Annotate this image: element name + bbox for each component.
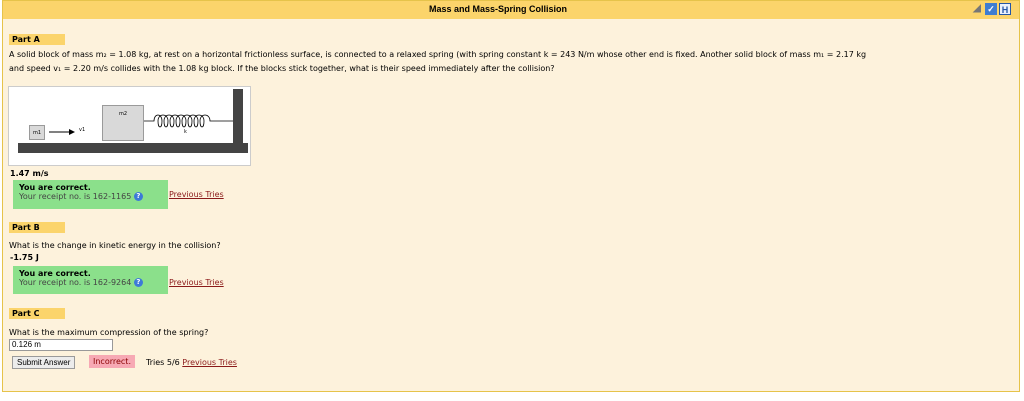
block-m2: m2 <box>102 105 144 141</box>
part-c-status: Incorrect. <box>89 355 135 368</box>
part-a-status: You are correct. <box>19 183 91 192</box>
part-c-tries: Tries 5/6 Previous Tries <box>146 358 237 367</box>
part-b-previous-tries-link[interactable]: Previous Tries <box>169 278 224 287</box>
k-label: k <box>184 129 187 135</box>
part-b-receipt: Your receipt no. is 162-9264 <box>19 278 132 287</box>
title-bar: Mass and Mass-Spring Collision ◢ ✓ H <box>3 1 1019 19</box>
resize-icon[interactable]: ◢ <box>971 3 983 15</box>
velocity-arrow <box>49 129 75 135</box>
submit-answer-button[interactable]: Submit Answer <box>12 356 76 369</box>
m2-label: m2 <box>118 111 128 117</box>
toolbar-icons: ◢ ✓ H <box>971 3 1011 15</box>
problem-panel: Mass and Mass-Spring Collision ◢ ✓ H Par… <box>2 0 1020 392</box>
part-a-question-line2: and speed v₁ = 2.20 m/s collides with th… <box>9 64 555 73</box>
part-b-question: What is the change in kinetic energy in … <box>9 241 221 250</box>
window-title: Mass and Mass-Spring Collision <box>428 4 568 14</box>
part-a-receipt: Your receipt no. is 162-1165 <box>19 192 132 201</box>
part-b-status: You are correct. <box>19 269 91 278</box>
part-b-correct-box: You are correct. Your receipt no. is 162… <box>13 266 168 294</box>
part-c-question: What is the maximum compression of the s… <box>9 328 209 337</box>
check-icon[interactable]: ✓ <box>985 3 997 15</box>
v1-label: v1 <box>79 127 86 133</box>
help-icon[interactable]: ? <box>133 278 143 287</box>
part-a-answer: 1.47 m/s <box>10 169 49 178</box>
help-icon[interactable]: ? <box>133 192 143 201</box>
h-icon[interactable]: H <box>999 3 1011 15</box>
part-b-answer: -1.75 J <box>10 253 39 262</box>
tries-count: Tries 5/6 <box>146 358 180 367</box>
ground-surface <box>18 143 248 153</box>
part-c-answer-input[interactable]: 0.126 m <box>9 339 113 351</box>
part-a-question-line1: A solid block of mass m₂ = 1.08 kg, at r… <box>9 50 867 59</box>
page-bottom <box>0 393 1024 401</box>
m1-label: m1 <box>32 130 42 136</box>
part-c-previous-tries-link[interactable]: Previous Tries <box>182 358 237 367</box>
part-c-header: Part C <box>9 308 65 319</box>
part-a-header: Part A <box>9 34 65 45</box>
block-m1: m1 <box>29 125 45 140</box>
collision-figure: m1 v1 m2 k <box>8 86 251 166</box>
spring <box>144 114 233 128</box>
part-a-previous-tries-link[interactable]: Previous Tries <box>169 190 224 199</box>
part-b-header: Part B <box>9 222 65 233</box>
part-a-correct-box: You are correct. Your receipt no. is 162… <box>13 180 168 209</box>
